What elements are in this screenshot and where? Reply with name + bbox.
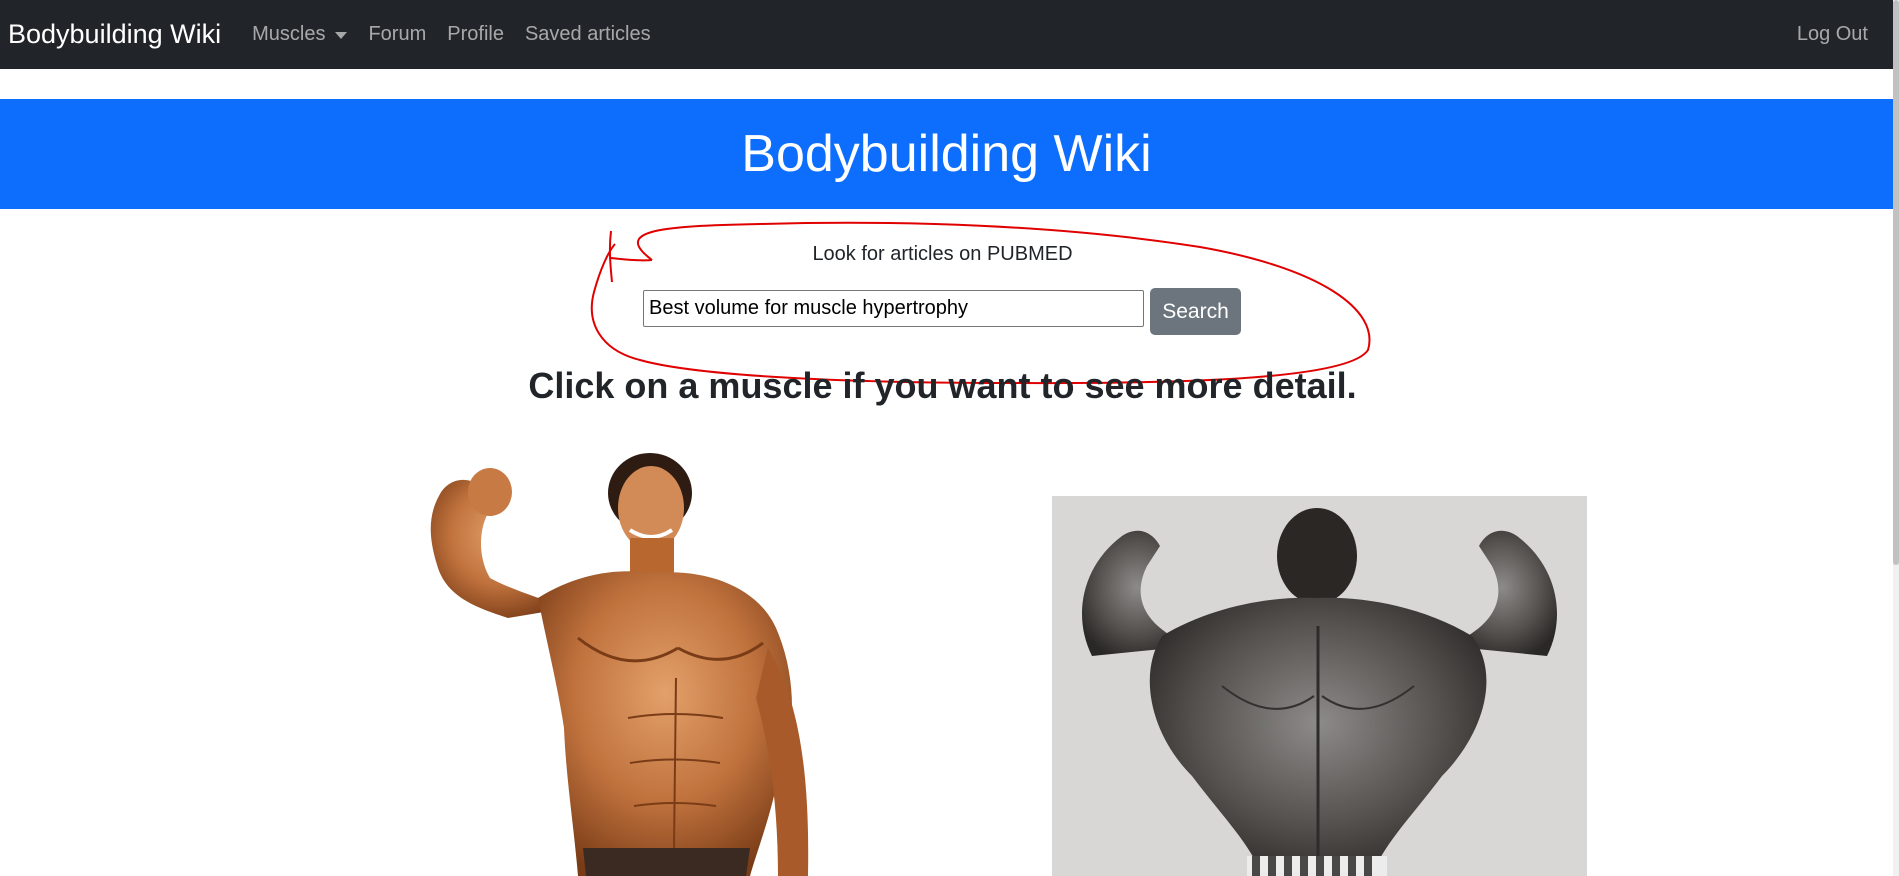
nav-item-profile[interactable]: Profile (447, 23, 504, 46)
navbar-brand[interactable]: Bodybuilding Wiki (8, 19, 221, 50)
vertical-scrollbar[interactable] (1893, 0, 1899, 876)
search-input[interactable] (643, 290, 1144, 327)
chevron-down-icon (335, 32, 348, 39)
top-navbar: Bodybuilding Wiki Muscles Forum Profile … (0, 0, 1893, 69)
logout-link[interactable]: Log Out (1797, 0, 1868, 69)
hero-title: Bodybuilding Wiki (741, 125, 1152, 183)
search-button[interactable]: Search (1150, 288, 1241, 335)
back-pose-photo[interactable] (1052, 496, 1587, 876)
instruction-heading: Click on a muscle if you want to see mor… (528, 365, 1357, 406)
back-pose-figure (1052, 496, 1587, 876)
front-pose-figure[interactable] (378, 448, 858, 876)
nav-item-forum[interactable]: Forum (368, 23, 426, 46)
scrollbar-thumb[interactable] (1893, 0, 1899, 565)
nav-item-saved-articles[interactable]: Saved articles (525, 23, 651, 46)
nav-item-muscles[interactable]: Muscles (252, 23, 348, 46)
hero-banner: Bodybuilding Wiki (0, 99, 1893, 209)
nav-item-muscles-label: Muscles (252, 23, 326, 45)
search-caption: Look for articles on PUBMED (812, 243, 1073, 265)
